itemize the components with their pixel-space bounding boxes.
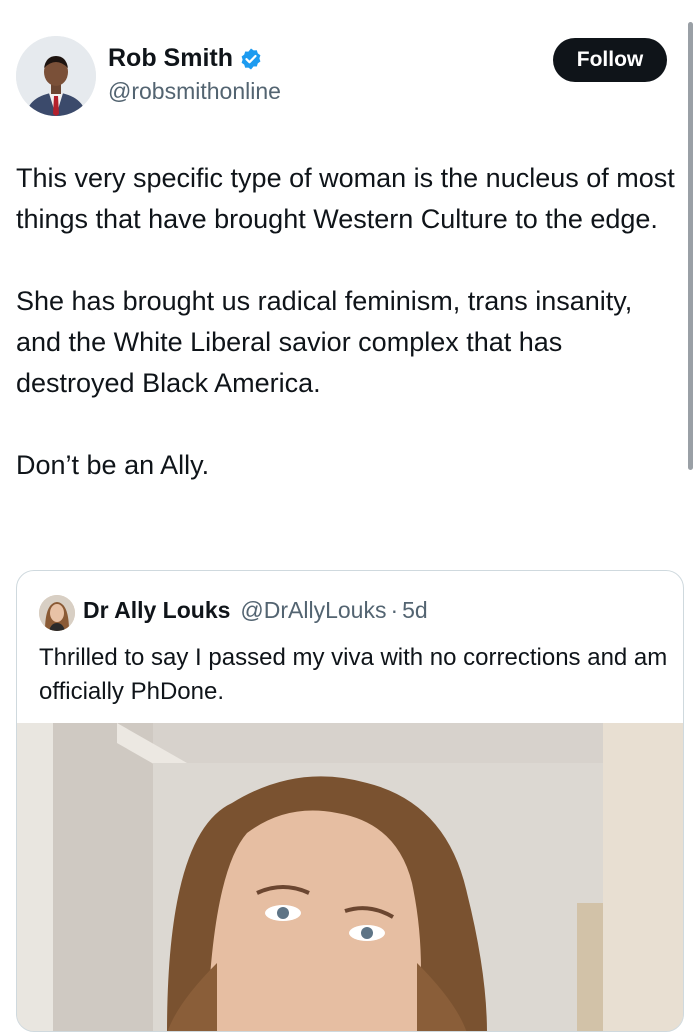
author-avatar[interactable] (16, 36, 96, 116)
tweet-header: Rob Smith @robsmithonline Follow (0, 0, 698, 140)
quoted-timestamp[interactable]: 5d (402, 597, 428, 624)
quoted-header: Dr Ally Louks @DrAllyLouks · 5d (83, 597, 428, 624)
quoted-author-name[interactable]: Dr Ally Louks (83, 597, 230, 624)
quoted-tweet-text: Thrilled to say I passed my viva with no… (39, 644, 668, 705)
scrollbar[interactable] (688, 22, 693, 470)
separator-dot: · (390, 597, 399, 623)
verified-badge-icon (239, 47, 263, 71)
quoted-author-avatar[interactable] (39, 595, 75, 631)
author-handle[interactable]: @robsmithonline (108, 78, 281, 105)
tweet-paragraph: This very specific type of woman is the … (16, 163, 675, 234)
author-name[interactable]: Rob Smith (108, 44, 233, 73)
quoted-tweet-photo[interactable] (17, 723, 683, 1031)
tweet-paragraph: She has brought us radical feminism, tra… (16, 286, 633, 398)
tweet-paragraph: Don’t be an Ally. (16, 450, 210, 480)
follow-button[interactable]: Follow (553, 38, 667, 82)
quoted-author-handle[interactable]: @DrAllyLouks (240, 597, 386, 624)
tweet-text: This very specific type of woman is the … (16, 158, 676, 527)
author-name-row: Rob Smith (108, 44, 263, 73)
quoted-tweet[interactable]: Dr Ally Louks @DrAllyLouks · 5d Thrilled… (16, 570, 684, 1032)
